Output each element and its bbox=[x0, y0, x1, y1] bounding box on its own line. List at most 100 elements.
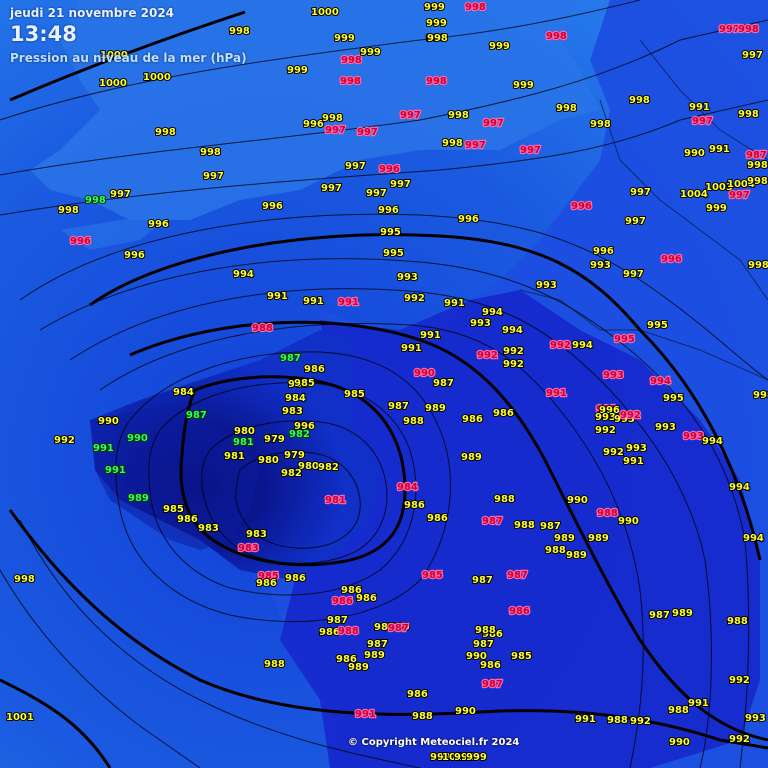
pressure-value: 986 bbox=[407, 689, 428, 700]
pressure-value: 986 bbox=[319, 627, 340, 638]
pressure-value: 999 bbox=[489, 41, 510, 52]
pressure-value: 993 bbox=[603, 370, 624, 381]
pressure-value: 988 bbox=[475, 625, 496, 636]
pressure-value: 999 bbox=[424, 2, 445, 13]
pressure-value: 986 bbox=[480, 660, 501, 671]
pressure-value: 1004 bbox=[680, 189, 708, 200]
pressure-value: 998 bbox=[340, 76, 361, 87]
pressure-value: 998 bbox=[341, 55, 362, 66]
pressure-value: 989 bbox=[461, 452, 482, 463]
pressure-value: 995 bbox=[647, 320, 668, 331]
pressure-value: 998 bbox=[426, 76, 447, 87]
pressure-value: 979 bbox=[264, 434, 285, 445]
pressure-value: 998 bbox=[556, 103, 577, 114]
pressure-value: 997 bbox=[366, 188, 387, 199]
pressure-value: 991 bbox=[688, 698, 709, 709]
pressure-value: 991 bbox=[93, 443, 114, 454]
pressure-value: 987 bbox=[540, 521, 561, 532]
pressure-value: 988 bbox=[597, 508, 618, 519]
pressure-value: 990 bbox=[567, 495, 588, 506]
pressure-value: 995 bbox=[663, 393, 684, 404]
pressure-value: 994 bbox=[572, 340, 593, 351]
pressure-value: 986 bbox=[509, 606, 530, 617]
pressure-value: 996 bbox=[378, 205, 399, 216]
pressure-value: 983 bbox=[246, 529, 267, 540]
pressure-value: 990 bbox=[127, 433, 148, 444]
pressure-value: 998 bbox=[753, 390, 768, 401]
pressure-value: 986 bbox=[427, 513, 448, 524]
pressure-value: 997 bbox=[465, 140, 486, 151]
pressure-value: 998 bbox=[442, 138, 463, 149]
pressure-value: 993 bbox=[745, 713, 766, 724]
pressure-value: 982 bbox=[281, 468, 302, 479]
pressure-value: 999 bbox=[513, 80, 534, 91]
pressure-value: 984 bbox=[285, 393, 306, 404]
pressure-value: 995 bbox=[383, 248, 404, 259]
pressure-value: 994 bbox=[650, 376, 671, 387]
pressure-value: 996 bbox=[148, 219, 169, 230]
pressure-value: 998 bbox=[465, 2, 486, 13]
pressure-value: 991 bbox=[338, 297, 359, 308]
pressure-value: 994 bbox=[233, 269, 254, 280]
pressure-value: 988 bbox=[412, 711, 433, 722]
pressure-value: 989 bbox=[425, 403, 446, 414]
pressure-value: 991 bbox=[546, 388, 567, 399]
pressure-value: 992 bbox=[630, 716, 651, 727]
pressure-value: 988 bbox=[607, 715, 628, 726]
pressure-value: 994 bbox=[729, 482, 750, 493]
pressure-value: 987 bbox=[367, 639, 388, 650]
pressure-value: 989 bbox=[554, 533, 575, 544]
pressure-value: 988 bbox=[338, 626, 359, 637]
pressure-value: 989 bbox=[364, 650, 385, 661]
pressure-value: 987 bbox=[482, 679, 503, 690]
copyright-text: © Copyright Meteociel.fr 2024 bbox=[348, 737, 520, 748]
pressure-value: 997 bbox=[692, 116, 713, 127]
pressure-value: 999 bbox=[706, 203, 727, 214]
pressure-value: 993 bbox=[626, 443, 647, 454]
pressure-value: 989 bbox=[566, 550, 587, 561]
pressure-value: 989 bbox=[128, 493, 149, 504]
pressure-value: 985 bbox=[294, 378, 315, 389]
pressure-value: 983 bbox=[198, 523, 219, 534]
pressure-value: 996 bbox=[593, 246, 614, 257]
pressure-value: 992 bbox=[503, 359, 524, 370]
pressure-value: 993 bbox=[590, 260, 611, 271]
pressure-value: 987 bbox=[472, 575, 493, 586]
pressure-value: 993 bbox=[470, 318, 491, 329]
pressure-value: 996 bbox=[661, 254, 682, 265]
pressure-value: 986 bbox=[332, 596, 353, 607]
pressure-value: 996 bbox=[294, 421, 315, 432]
pressure-value: 998 bbox=[748, 260, 768, 271]
pressure-value: 992 bbox=[620, 410, 641, 421]
pressure-value: 1001 bbox=[6, 712, 34, 723]
pressure-value: 995 bbox=[380, 227, 401, 238]
pressure-value: 1000 bbox=[143, 72, 171, 83]
pressure-value: 991 bbox=[355, 709, 376, 720]
pressure-value: 988 bbox=[727, 616, 748, 627]
pressure-value: 986 bbox=[256, 578, 277, 589]
pressure-value: 996 bbox=[262, 201, 283, 212]
pressure-value: 986 bbox=[356, 593, 377, 604]
pressure-value: 994 bbox=[702, 436, 723, 447]
pressure-value: 995 bbox=[614, 334, 635, 345]
pressure-value: 982 bbox=[318, 462, 339, 473]
pressure-value: 992 bbox=[477, 350, 498, 361]
pressure-value: 997 bbox=[520, 145, 541, 156]
pressure-value: 987 bbox=[473, 639, 494, 650]
pressure-value: 987 bbox=[327, 615, 348, 626]
pressure-value: 997 bbox=[625, 216, 646, 227]
pressure-value: 987 bbox=[507, 570, 528, 581]
pressure-value: 986 bbox=[285, 573, 306, 584]
pressure-value: 980 bbox=[234, 426, 255, 437]
pressure-value: 998 bbox=[322, 113, 343, 124]
pressure-value: 998 bbox=[747, 176, 768, 187]
pressure-value: 997 bbox=[719, 24, 740, 35]
pressure-value: 981 bbox=[233, 437, 254, 448]
pressure-value: 993 bbox=[683, 431, 704, 442]
pressure-value: 989 bbox=[672, 608, 693, 619]
pressure-value: 992 bbox=[729, 734, 750, 745]
pressure-value: 993 bbox=[536, 280, 557, 291]
pressure-value: 986 bbox=[462, 414, 483, 425]
pressure-value: 997 bbox=[623, 269, 644, 280]
pressure-value: 998 bbox=[448, 110, 469, 121]
